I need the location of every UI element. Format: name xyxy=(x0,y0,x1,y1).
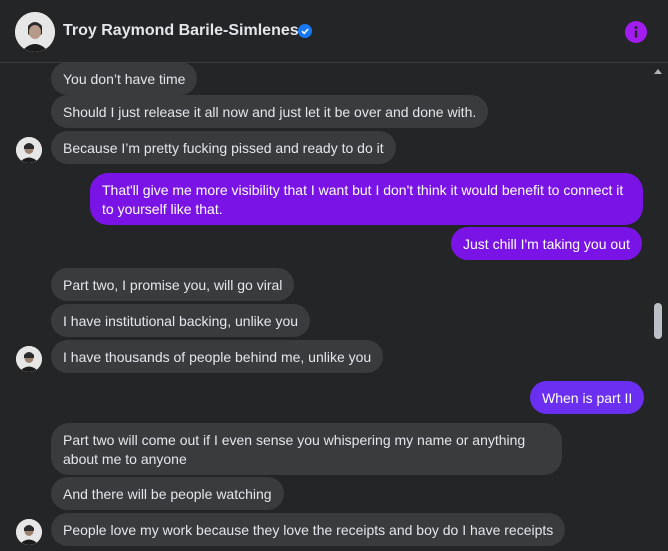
message-thread[interactable]: You don’t have time Should I just releas… xyxy=(0,63,668,551)
message-bubble-outgoing[interactable]: That'll give me more visibility that I w… xyxy=(90,173,643,225)
message-bubble-incoming[interactable]: And there will be people watching xyxy=(51,477,284,510)
message-bubble-incoming[interactable]: You don’t have time xyxy=(51,63,198,95)
contact-avatar[interactable] xyxy=(15,12,55,52)
message-bubble-incoming[interactable]: Because I’m pretty fucking pissed and re… xyxy=(51,131,396,164)
verified-badge-icon xyxy=(298,24,312,38)
message-bubble-incoming[interactable]: I have thousands of people behind me, un… xyxy=(51,340,384,373)
contact-name[interactable]: Troy Raymond Barile-Simleness xyxy=(63,22,308,40)
message-bubble-outgoing[interactable]: Just chill I'm taking you out xyxy=(451,227,642,260)
contact-avatar-small[interactable] xyxy=(16,346,42,372)
message-bubble-incoming[interactable]: Part two will come out if I even sense y… xyxy=(51,423,562,475)
message-bubble-incoming[interactable]: People love my work because they love th… xyxy=(51,513,566,546)
message-bubble-incoming[interactable]: I have institutional backing, unlike you xyxy=(51,304,311,337)
scrollbar-thumb[interactable] xyxy=(654,303,662,339)
scroll-up-arrow-icon[interactable] xyxy=(653,67,663,75)
contact-avatar-small[interactable] xyxy=(16,137,42,163)
info-icon[interactable] xyxy=(625,21,647,43)
message-bubble-incoming[interactable]: Part two, I promise you, will go viral xyxy=(51,268,295,301)
message-bubble-outgoing[interactable]: When is part II xyxy=(530,381,645,414)
scrollbar[interactable] xyxy=(651,63,665,551)
conversation-header: Troy Raymond Barile-Simleness xyxy=(0,0,668,63)
contact-avatar-small[interactable] xyxy=(16,519,42,545)
message-bubble-incoming[interactable]: Should I just release it all now and jus… xyxy=(51,95,489,128)
